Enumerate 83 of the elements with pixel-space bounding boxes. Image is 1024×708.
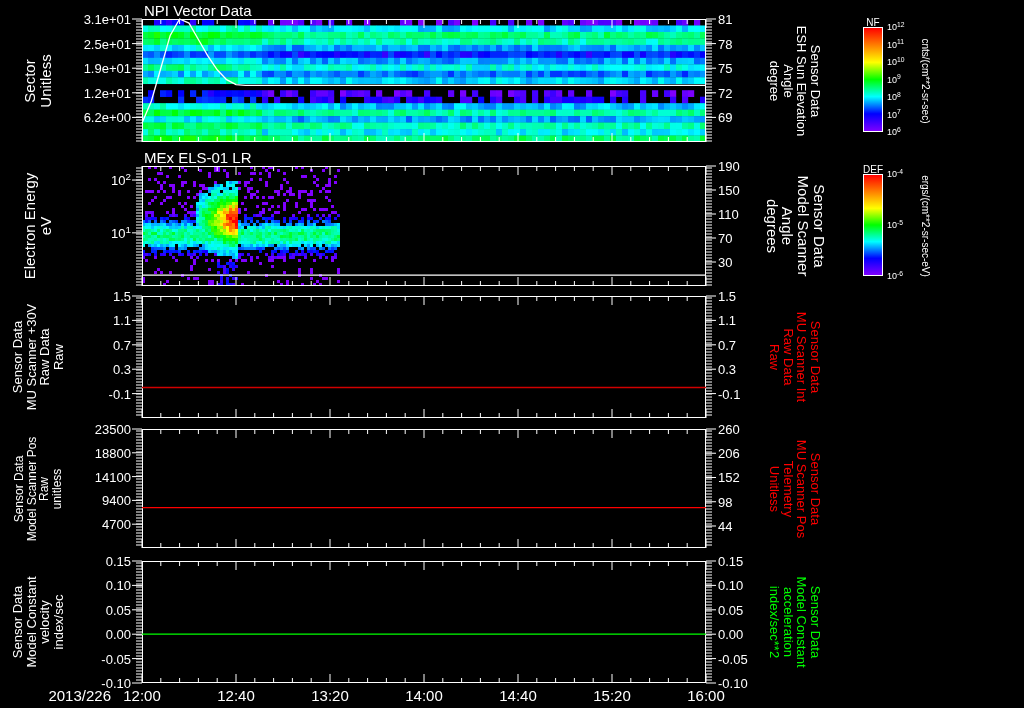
color-scale-tick-label: 10$^{-6}$ — [887, 271, 904, 281]
axis-tick-label: 3.1e+01 — [83, 12, 131, 26]
axis-tick-label: 1.1 — [112, 313, 131, 327]
axis-tick-label: 10$^{1}$ — [111, 226, 131, 240]
axis-label: Sensor Data Model Constant acceleration index/sec**2 — [767, 576, 823, 668]
axis-tick-label: 110 — [718, 207, 739, 221]
axis-tick-label: 0.3 — [718, 362, 737, 376]
axis-tick-label: 30 — [718, 255, 733, 269]
axis-tick-label: 98 — [718, 495, 733, 509]
color-scale-tick-label: 10$^{-5}$ — [887, 220, 904, 230]
axis-tick-label: 14100 — [94, 470, 131, 484]
panel-title: MEx ELS-01 LR — [144, 150, 252, 165]
axis-tick-label: 0.15 — [718, 554, 744, 568]
color-scale-tick-label: 10$^{7}$ — [887, 110, 901, 119]
axis-tick-label: 2.5e+01 — [83, 37, 131, 51]
axis-tick-label: 0.00 — [718, 627, 744, 641]
color-scale-tick-label: 10$^{-4}$ — [887, 169, 904, 179]
color-scale-units: cnts/(cm**2-sr-sec) — [920, 38, 930, 123]
axis-tick-label: 44 — [718, 519, 733, 533]
axis-tick-label: 0.7 — [112, 338, 131, 352]
date-label: 2013/226 — [47, 687, 111, 706]
axis-tick-label: 0.05 — [718, 603, 744, 617]
axis-label: Sensor Data Model Constant velocity index/sec — [10, 576, 65, 668]
color-scale-units: ergs/(cm**2-sr-sec-eV) — [920, 175, 930, 277]
axis-label: Sensor Data MU Scanner Pos Telemetry Unitless — [767, 439, 823, 538]
axis-label: Sensor Data MU Scanner +30V Raw Data Raw — [10, 303, 65, 411]
axis-tick-label: 0.05 — [105, 603, 131, 617]
axis-tick-label: 1.1 — [718, 313, 737, 327]
time-tick-label: 14:00 — [405, 688, 443, 703]
axis-tick-label: 0.10 — [105, 578, 131, 592]
axis-tick-label: 0.00 — [105, 627, 131, 641]
axis-label: Sensor Data ESH Sun Elevation Angle degree — [767, 25, 823, 136]
axis-tick-label: 150 — [718, 183, 740, 197]
axis-tick-label: -0.05 — [101, 652, 131, 666]
axis-tick-label: 4700 — [102, 517, 131, 531]
axis-label: Electron Energy eV — [21, 172, 54, 280]
axis-tick-label: 190 — [718, 159, 740, 173]
color-scale-tick-label: 10$^{6}$ — [887, 127, 901, 137]
color-scale-tick-label: 10$^{9}$ — [887, 75, 901, 84]
axis-label: Sensor Data Model Scanner Angle degrees — [763, 175, 827, 277]
color-scale-tick-label: 10$^{11}$ — [887, 40, 905, 49]
axis-label: Sensor Data Model Scanner Pos Raw unitless — [12, 436, 63, 541]
axis-tick-label: 1.5 — [718, 289, 737, 303]
color-scale-title: NF — [865, 18, 881, 28]
axis-tick-label: 81 — [718, 12, 733, 26]
axis-tick-label: 23500 — [94, 422, 131, 436]
axis-tick-label: 72 — [718, 86, 733, 100]
axis-tick-label: 78 — [718, 37, 733, 51]
axis-tick-label: 1.5 — [112, 289, 131, 303]
axis-tick-label: 0.10 — [718, 578, 744, 592]
axis-tick-label: 69 — [718, 110, 733, 124]
axis-tick-label: 6.2e+00 — [83, 110, 131, 124]
time-tick-label: 16:00 — [687, 688, 725, 703]
axis-tick-label: 10$^{2}$ — [111, 173, 131, 187]
color-scale-tick-label: 10$^{10}$ — [887, 57, 905, 67]
axis-label: Sensor Data MU Scanner Int Raw Data Raw — [767, 311, 823, 403]
axis-tick-label: 152 — [718, 471, 740, 484]
axis-tick-label: 70 — [718, 231, 733, 245]
axis-tick-label: 1.9e+01 — [83, 61, 131, 75]
axis-tick-label: 75 — [718, 61, 733, 75]
axis-tick-label: 18800 — [94, 446, 131, 460]
axis-tick-label: 0.7 — [718, 338, 737, 352]
axis-tick-label: 0.3 — [112, 362, 131, 376]
axis-tick-label: -0.10 — [718, 676, 748, 690]
time-tick-label: 13:20 — [311, 688, 349, 703]
time-tick-label: 12:00 — [123, 688, 161, 703]
axis-tick-label: 0.15 — [105, 554, 131, 568]
time-tick-label: 12:40 — [217, 688, 255, 703]
axis-tick-label: 9400 — [102, 493, 131, 507]
axis-label: Sector Unitless — [21, 53, 54, 108]
panel-title: NPI Vector Data — [144, 3, 252, 18]
color-scale-title: DEF — [862, 165, 884, 175]
axis-tick-label: 1.2e+01 — [83, 86, 131, 100]
color-scale-tick-label: 10$^{8}$ — [887, 92, 901, 102]
axis-tick-label: -0.1 — [718, 387, 741, 401]
time-tick-label: 14:40 — [499, 688, 537, 703]
time-tick-label: 15:20 — [593, 688, 631, 703]
color-scale-tick-label: 10$^{12}$ — [887, 22, 905, 32]
axis-tick-label: 206 — [718, 446, 740, 460]
axis-tick-label: -0.05 — [718, 652, 748, 666]
axis-tick-label: 260 — [718, 422, 740, 436]
axis-tick-label: -0.1 — [108, 387, 131, 401]
axis-tick-label: -0.10 — [101, 676, 131, 690]
